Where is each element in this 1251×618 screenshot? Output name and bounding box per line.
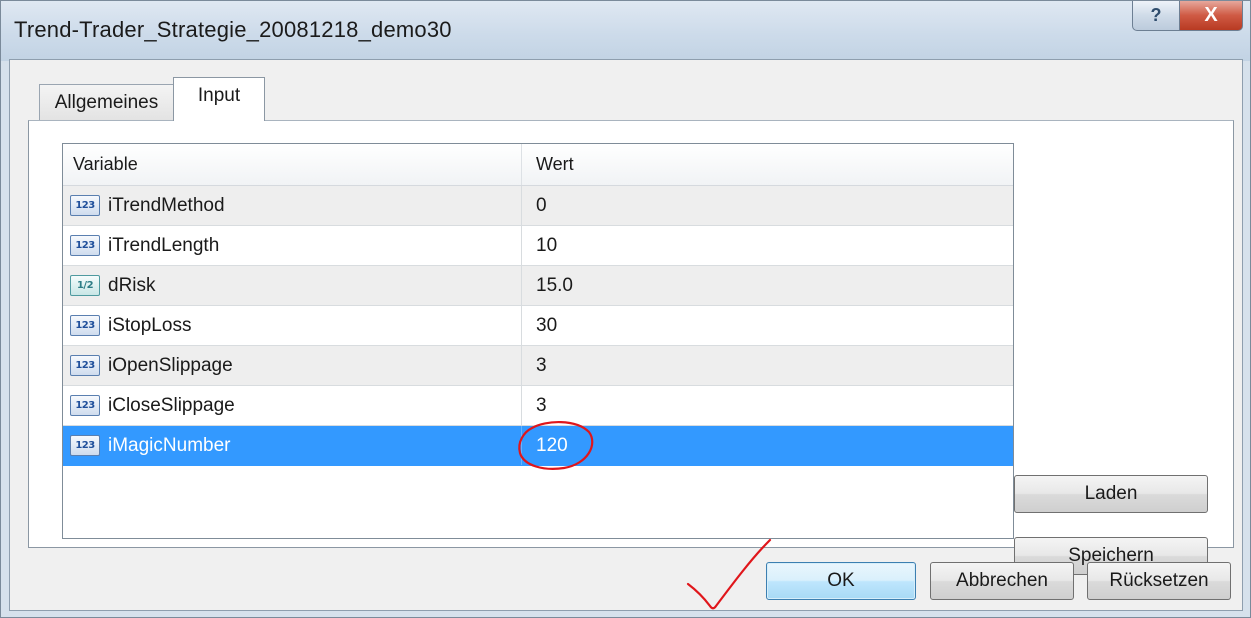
variable-name: iOpenSlippage [108,355,233,376]
window-title: Trend-Trader_Strategie_20081218_demo30 [14,17,452,42]
integer-icon: 123 [70,355,100,376]
ok-button[interactable]: OK [766,562,916,600]
variable-cell: 123 iCloseSlippage [63,386,522,425]
table-row[interactable]: 1/2 dRisk 15.0 [63,266,1013,306]
variable-cell: 123 iTrendLength [63,226,522,265]
variable-name: iTrendLength [108,235,220,256]
dialog-window: Trend-Trader_Strategie_20081218_demo30 ?… [0,0,1251,618]
help-icon: ? [1150,5,1162,25]
variable-value[interactable]: 3 [536,346,547,385]
integer-icon: 123 [70,315,100,336]
variable-value[interactable]: 15.0 [536,266,573,305]
variable-value[interactable]: 10 [536,226,557,265]
close-icon: X [1204,4,1218,26]
variable-cell: 123 iStopLoss [63,306,522,345]
reset-button[interactable]: Rücksetzen [1087,562,1231,600]
integer-icon: 123 [70,195,100,216]
input-parameter-table[interactable]: Variable Wert 123 iTrendMethod 0 123 iTr… [62,143,1014,539]
table-row[interactable]: 123 iTrendLength 10 [63,226,1013,266]
load-button[interactable]: Laden [1014,475,1208,513]
variable-name: iMagicNumber [108,435,231,456]
close-button[interactable]: X [1179,1,1243,31]
help-button[interactable]: ? [1132,1,1180,31]
variable-value[interactable]: 3 [536,386,547,425]
cancel-button[interactable]: Abbrechen [930,562,1074,600]
variable-cell: 123 iOpenSlippage [63,346,522,385]
variable-name: iStopLoss [108,315,192,336]
table-row[interactable]: 123 iStopLoss 30 [63,306,1013,346]
integer-icon: 123 [70,395,100,416]
variable-value[interactable]: 0 [536,186,547,225]
variable-name: iCloseSlippage [108,395,235,416]
variable-cell: 1/2 dRisk [63,266,522,305]
variable-value[interactable]: 30 [536,306,557,345]
integer-icon: 123 [70,435,100,456]
tab-panel-input: Variable Wert 123 iTrendMethod 0 123 iTr… [28,120,1234,575]
variable-cell: 123 iMagicNumber [63,426,522,465]
tab-input[interactable]: Input [173,77,265,121]
variable-name: dRisk [108,275,156,296]
table-row[interactable]: 123 iOpenSlippage 3 [63,346,1013,386]
table-row[interactable]: 123 iTrendMethod 0 [63,186,1013,226]
variable-name: iTrendMethod [108,195,225,216]
table-row-selected[interactable]: 123 iMagicNumber 120 [63,426,1013,466]
column-header-value[interactable]: Wert [522,144,1013,185]
table-row[interactable]: 123 iCloseSlippage 3 [63,386,1013,426]
integer-icon: 123 [70,235,100,256]
tab-allgemeines[interactable]: Allgemeines [39,84,174,120]
variable-value[interactable]: 120 [536,426,568,465]
column-header-variable[interactable]: Variable [63,144,522,185]
double-icon: 1/2 [70,275,100,296]
title-bar[interactable]: Trend-Trader_Strategie_20081218_demo30 ?… [1,1,1250,61]
variable-cell: 123 iTrendMethod [63,186,522,225]
dialog-client-area: Allgemeines Input Variable Wert 123 iTre… [9,59,1243,611]
table-header: Variable Wert [63,144,1013,186]
